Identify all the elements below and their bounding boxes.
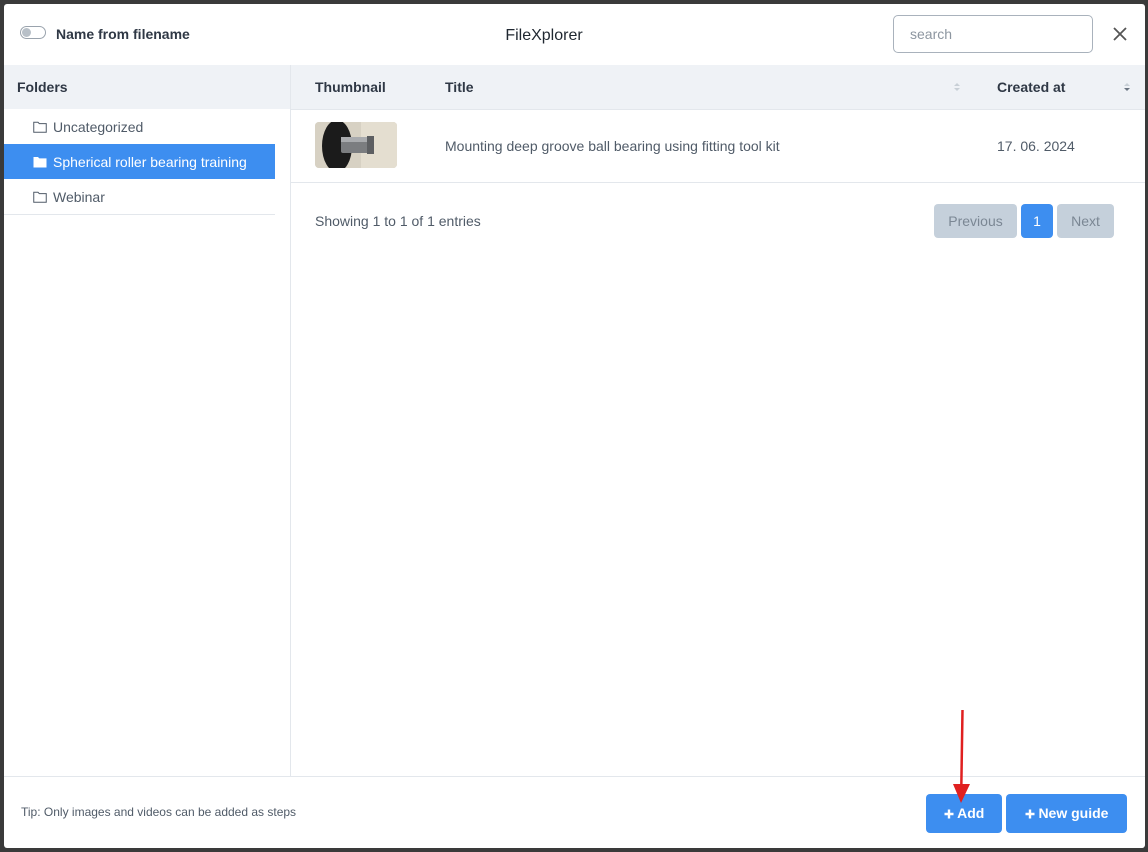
folder-item-spherical-roller-bearing-training[interactable]: Spherical roller bearing training bbox=[4, 144, 275, 179]
close-icon[interactable] bbox=[1110, 24, 1130, 44]
sort-icon[interactable] bbox=[953, 81, 961, 93]
folder-label: Spherical roller bearing training bbox=[53, 153, 247, 170]
sort-icon[interactable] bbox=[1123, 81, 1131, 93]
row-created-at: 17. 06. 2024 bbox=[997, 138, 1075, 154]
folder-outline-icon bbox=[33, 191, 47, 203]
folder-list: Uncategorized Spherical roller bearing t… bbox=[4, 109, 275, 215]
folder-label: Webinar bbox=[53, 188, 105, 205]
folders-heading: Folders bbox=[4, 65, 290, 109]
thumbnail-image bbox=[315, 122, 397, 168]
next-button[interactable]: Next bbox=[1057, 204, 1114, 238]
folder-sidebar: Folders Uncategorized Spherical roller b… bbox=[4, 65, 291, 776]
page-1-button[interactable]: 1 bbox=[1021, 204, 1053, 238]
file-table-area: Thumbnail Title Created at Mounting deep… bbox=[291, 65, 1145, 776]
column-title[interactable]: Title bbox=[445, 65, 474, 109]
folder-item-webinar[interactable]: Webinar bbox=[4, 179, 275, 214]
plus-icon bbox=[1025, 809, 1035, 819]
plus-icon bbox=[944, 809, 954, 819]
folder-outline-icon bbox=[33, 121, 47, 133]
search-input[interactable] bbox=[893, 15, 1093, 53]
file-explorer-dialog: Name from filename FileXplorer Folders U… bbox=[4, 4, 1145, 848]
dialog-header: Name from filename FileXplorer bbox=[4, 4, 1145, 66]
previous-button[interactable]: Previous bbox=[934, 204, 1017, 238]
red-arrow-annotation bbox=[953, 710, 970, 803]
tip-text: Tip: Only images and videos can be added… bbox=[21, 805, 297, 819]
row-title: Mounting deep groove ball bearing using … bbox=[445, 138, 780, 154]
new-guide-button[interactable]: New guide bbox=[1006, 794, 1127, 833]
column-thumbnail: Thumbnail bbox=[315, 79, 386, 95]
dialog-footer: Tip: Only images and videos can be added… bbox=[4, 776, 1145, 848]
table-row[interactable]: Mounting deep groove ball bearing using … bbox=[291, 110, 1145, 183]
folder-filled-icon bbox=[33, 156, 47, 167]
folder-label: Uncategorized bbox=[53, 118, 144, 135]
add-label: Add bbox=[957, 805, 985, 821]
folder-item-uncategorized[interactable]: Uncategorized bbox=[4, 109, 275, 144]
new-guide-label: New guide bbox=[1038, 805, 1109, 821]
entries-info: Showing 1 to 1 of 1 entries bbox=[315, 213, 481, 229]
column-created-at[interactable]: Created at bbox=[997, 65, 1065, 109]
table-header: Thumbnail Title Created at bbox=[291, 65, 1145, 110]
